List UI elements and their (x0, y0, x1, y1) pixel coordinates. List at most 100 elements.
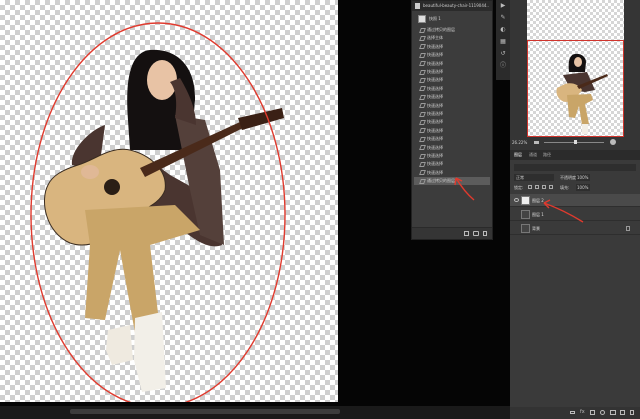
lock-pixels-icon[interactable] (535, 185, 539, 189)
history-item-label: 快速选择 (427, 136, 443, 142)
history-icon[interactable]: ↺ (499, 50, 507, 58)
blend-mode-select[interactable]: 正常 (514, 174, 554, 181)
fill-field[interactable]: 100% (576, 184, 590, 191)
history-step-icon (419, 136, 426, 142)
delete-layer-icon[interactable] (630, 410, 634, 415)
info-icon[interactable]: ⓘ (499, 62, 507, 70)
history-item-label: 快速选择 (427, 119, 443, 125)
history-item[interactable]: 快速选择 (414, 43, 490, 51)
tab-layers[interactable]: 图层 (514, 150, 522, 160)
history-item[interactable]: 快速选择 (414, 144, 490, 152)
grid-icon[interactable]: ▦ (499, 38, 507, 46)
history-step-icon (419, 178, 426, 184)
history-item-label: 通过拷贝的图层 (427, 27, 455, 32)
camera-icon[interactable] (473, 231, 479, 236)
history-item[interactable]: 快速选择 (414, 152, 490, 160)
lock-label: 锁定: (514, 185, 524, 190)
snapshot-thumbnail (418, 15, 426, 23)
history-item[interactable]: 快速选择 (414, 127, 490, 135)
history-item-label: 快速选择 (427, 52, 443, 58)
opacity-field[interactable]: 100% (576, 174, 590, 181)
document-icon (415, 3, 420, 9)
play-icon[interactable]: ▶ (499, 2, 507, 10)
history-item[interactable]: 快速选择 (414, 102, 490, 110)
history-step-icon (419, 119, 426, 125)
layers-panel: 图层 通道 路径 正常 不透明度: 100% 锁定: 填充: 100% 图层 2… (510, 150, 640, 419)
history-item[interactable]: 快速选择 (414, 160, 490, 168)
group-icon[interactable] (610, 410, 616, 415)
history-item-label: 快速选择 (427, 60, 443, 66)
opacity-label: 不透明度: (560, 175, 578, 180)
history-item-label: 快速选择 (427, 69, 443, 74)
history-item[interactable]: 快速选择 (414, 169, 490, 177)
history-item[interactable]: 快速选择 (414, 93, 490, 101)
zoom-in-icon[interactable] (610, 139, 616, 145)
history-step-icon (419, 111, 426, 117)
lock-icon (626, 226, 630, 231)
history-item-label: 选择主体 (427, 35, 443, 41)
history-item[interactable]: 快速选择 (414, 68, 490, 76)
new-layer-icon[interactable] (620, 410, 625, 415)
adjust-icon[interactable]: ◐ (499, 26, 507, 34)
layer-filter-bar[interactable] (514, 164, 636, 171)
panel-tool-strip: ▶ ✎ ◐ ▦ ↺ ⓘ (496, 0, 510, 80)
history-step-icon (419, 69, 426, 75)
history-item[interactable]: 快速选择 (414, 135, 490, 143)
trash-icon[interactable] (483, 231, 487, 236)
layer-name: 图层 2 (532, 198, 544, 203)
layers-footer: fx (510, 407, 640, 419)
history-snapshot[interactable]: 快照 1 (414, 13, 490, 25)
history-item[interactable]: 通过拷贝的图层 (414, 177, 490, 186)
history-step-icon (419, 77, 426, 83)
history-step-icon (419, 103, 426, 109)
lock-artboard-icon[interactable] (549, 185, 553, 189)
link-icon[interactable] (570, 411, 575, 414)
mask-icon[interactable] (590, 410, 595, 415)
fill-label: 填充: (560, 185, 570, 190)
brush-icon[interactable]: ✎ (499, 14, 507, 22)
history-item[interactable]: 快速选择 (414, 118, 490, 126)
layer-thumbnail (521, 210, 530, 219)
layer-row[interactable]: 背景 (510, 222, 640, 235)
scrollbar-thumb[interactable] (70, 409, 340, 414)
snapshot-label: 快照 1 (429, 16, 441, 21)
layer-name: 图层 1 (532, 212, 544, 217)
zoom-out-icon[interactable] (534, 141, 539, 144)
adjustment-icon[interactable] (600, 410, 605, 415)
history-footer (412, 227, 492, 239)
history-item[interactable]: 通过拷贝的图层 (414, 26, 490, 34)
history-item[interactable]: 快速选择 (414, 85, 490, 93)
history-step-icon (419, 128, 426, 134)
history-step-icon (419, 35, 426, 41)
zoom-slider-handle[interactable] (574, 140, 577, 144)
eye-icon[interactable] (514, 198, 519, 202)
lock-position-icon[interactable] (542, 185, 546, 189)
tab-paths[interactable]: 路径 (543, 150, 551, 160)
history-item-label: 快速选择 (427, 43, 443, 49)
history-item-label: 快速选择 (427, 161, 443, 167)
history-step-icon (419, 161, 426, 167)
tab-channels[interactable]: 通道 (529, 150, 537, 160)
history-item[interactable]: 选择主体 (414, 34, 490, 42)
annotation-ellipse (30, 22, 286, 402)
navigator-panel: 26.22% (510, 0, 640, 150)
history-item[interactable]: 快速选择 (414, 76, 490, 84)
history-step-icon (419, 153, 426, 159)
history-item[interactable]: 快速选择 (414, 60, 490, 68)
history-step-icon (419, 27, 426, 33)
history-item-label: 快速选择 (427, 77, 443, 83)
fx-icon[interactable]: fx (580, 409, 585, 415)
new-document-icon[interactable] (464, 231, 469, 236)
zoom-level[interactable]: 26.22% (512, 140, 527, 145)
lock-transparent-icon[interactable] (528, 185, 532, 189)
layer-row[interactable]: 图层 2 (510, 194, 640, 207)
history-item-label: 快速选择 (427, 102, 443, 108)
document-canvas[interactable] (0, 0, 338, 402)
history-item[interactable]: 快速选择 (414, 110, 490, 118)
layer-thumbnail (521, 196, 530, 205)
navigator-view-box[interactable] (527, 40, 624, 137)
history-step-icon (419, 86, 426, 92)
layers-tabs: 图层 通道 路径 (510, 150, 640, 160)
layer-row[interactable]: 图层 1 (510, 208, 640, 221)
history-item[interactable]: 快速选择 (414, 51, 490, 59)
